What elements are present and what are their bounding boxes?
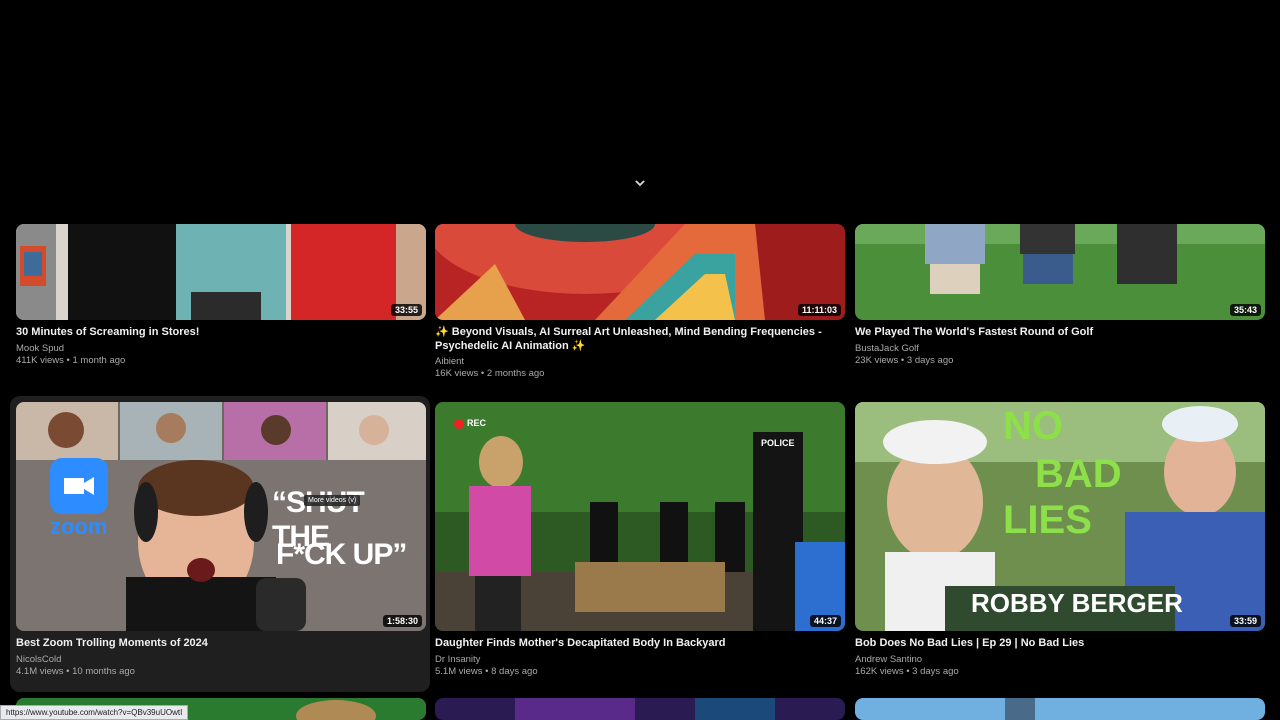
video-title[interactable]: Daughter Finds Mother's Decapitated Body… (435, 636, 835, 650)
video-stats: 4.1M views • 10 months ago (16, 666, 135, 677)
video-card[interactable]: 11:11:03 ✨ Beyond Visuals, AI Surreal Ar… (435, 224, 845, 384)
overlay-no-text: NO (1003, 404, 1063, 448)
more-videos-tooltip: More videos (v) (304, 495, 361, 506)
overlay-quote-bottom: F*CK UP” (276, 538, 407, 571)
video-title[interactable]: Best Zoom Trolling Moments of 2024 (16, 636, 416, 650)
overlay-zoom-logo-text: zoom (50, 514, 108, 539)
channel-name[interactable]: NicolsCold (16, 654, 61, 666)
video-title[interactable]: We Played The World's Fastest Round of G… (855, 325, 1255, 339)
video-stats: 16K views • 2 months ago (435, 368, 545, 379)
video-title[interactable]: ✨ Beyond Visuals, AI Surreal Art Unleash… (435, 325, 835, 353)
video-card[interactable]: NO BAD LIES ROBBY BERGER 33:59 Bob Does … (855, 402, 1265, 692)
overlay-name-text: ROBBY BERGER (971, 588, 1183, 618)
video-stats: 162K views • 3 days ago (855, 666, 959, 677)
video-thumbnail[interactable]: zoom “SHUT THE F*CK UP” 1:58:30 (16, 402, 426, 631)
video-card[interactable]: 33:55 30 Minutes of Screaming in Stores!… (16, 224, 426, 374)
video-title-line: ✨ Beyond Visuals, AI Surreal Art Unleash… (435, 326, 822, 338)
video-grid: 33:55 30 Minutes of Screaming in Stores!… (0, 0, 1280, 720)
video-stats: 411K views • 1 month ago (16, 355, 126, 366)
video-thumbnail[interactable] (435, 698, 845, 720)
video-thumbnail[interactable]: 35:43 (855, 224, 1265, 320)
video-duration: 33:59 (1229, 615, 1261, 627)
video-title[interactable]: Bob Does No Bad Lies | Ep 29 | No Bad Li… (855, 636, 1255, 650)
video-card[interactable]: REC POLICE 44:37 Daughter Finds Mother's… (435, 402, 845, 692)
channel-name[interactable]: BustaJack Golf (855, 343, 919, 355)
video-thumbnail[interactable]: REC POLICE 44:37 (435, 402, 845, 631)
video-stats: 5.1M views • 8 days ago (435, 666, 538, 677)
video-duration: 1:58:30 (382, 615, 422, 627)
overlay-police-label: POLICE (761, 438, 795, 448)
video-thumbnail[interactable] (855, 698, 1265, 720)
link-status-bar: https://www.youtube.com/watch?v=QBv39uUO… (0, 705, 189, 720)
channel-name[interactable]: Andrew Santino (855, 654, 922, 666)
overlay-rec-label: REC (467, 418, 487, 428)
video-duration: 35:43 (1229, 304, 1261, 316)
video-title[interactable]: 30 Minutes of Screaming in Stores! (16, 325, 416, 339)
video-card[interactable]: 35:43 We Played The World's Fastest Roun… (855, 224, 1265, 374)
video-thumbnail[interactable]: NO BAD LIES ROBBY BERGER 33:59 (855, 402, 1265, 631)
channel-name[interactable]: Mook Spud (16, 343, 64, 355)
video-duration: 33:55 (390, 304, 422, 316)
video-duration: 44:37 (809, 615, 841, 627)
video-thumbnail[interactable]: 11:11:03 (435, 224, 845, 320)
video-duration: 11:11:03 (797, 304, 841, 316)
channel-name[interactable]: Dr Insanity (435, 654, 480, 666)
overlay-bad-text: BAD (1035, 452, 1122, 496)
video-title-line: Psychedelic AI Animation ✨ (435, 340, 586, 352)
channel-name[interactable]: Aibient (435, 356, 464, 368)
video-stats: 23K views • 3 days ago (855, 355, 954, 366)
video-card-hovered[interactable]: zoom “SHUT THE F*CK UP” 1:58:30 More vid… (10, 396, 430, 692)
overlay-lies-text: LIES (1003, 498, 1092, 542)
video-thumbnail[interactable]: 33:55 (16, 224, 426, 320)
